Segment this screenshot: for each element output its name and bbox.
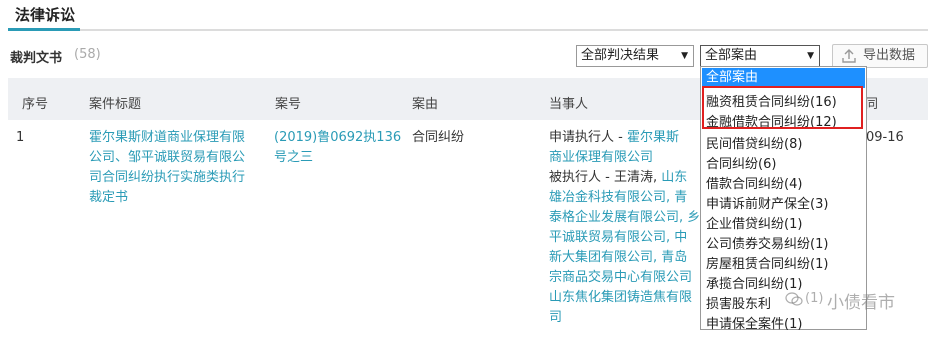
party-link[interactable]: 宗商品交易中心有限公司 [549,268,701,288]
dropdown-option[interactable]: 企业借贷纠纷(1) [706,213,802,232]
header-title: 案件标题 [89,97,142,112]
title-line: 裁定书 [89,190,129,205]
dropdown-option-selected[interactable]: 全部案由 [702,68,865,88]
watermark-text: 小债看市 [827,293,895,313]
dropdown-option[interactable]: 损害股东利 [706,293,771,312]
row-parties: 申请执行人 - 霍尔果斯 商业保理有限公司 被执行人 - 王清涛, 山东 雄冶金… [549,128,701,328]
row-cause: 合同纠纷 [412,130,465,145]
watermark-partial: (1) [805,291,824,306]
highlight-box [702,86,863,129]
title-line: 霍尔果斯财道商业保理有限 [89,130,246,145]
title-line: 公司、邹平诚联贸易有限公 [89,150,246,165]
party-link[interactable]: 平诚联贸易有限公司, 中 [549,228,701,248]
row-index: 1 [16,130,25,145]
dropdown-option[interactable]: 合同纠纷(6) [706,153,776,172]
dropdown-option[interactable]: 申请保全案件(1) [706,313,802,332]
chevron-down-icon: ▼ [807,51,814,61]
case-cause-value: 全部案由 [705,48,758,63]
party-link[interactable]: 山东焦化集团铸造焦有限 [549,288,701,308]
dropdown-option[interactable]: 公司债券交易纠纷(1) [706,233,828,252]
judgment-result-select[interactable]: 全部判决结果 ▼ [576,45,694,67]
docs-count: (58) [74,47,101,62]
case-no-line: 号之三 [274,150,314,165]
dropdown-option[interactable]: 房屋租赁合同纠纷(1) [706,253,828,272]
party-link[interactable]: 新大集团有限公司, 青岛 [549,248,701,268]
case-cause-select[interactable]: 全部案由 ▼ [700,45,820,67]
title-underline [8,29,928,31]
upload-icon [842,49,856,63]
dropdown-option[interactable]: 民间借贷纠纷(8) [706,133,802,152]
party-link[interactable]: 司 [549,308,701,328]
party-link[interactable]: 山东 [661,170,687,185]
header-parties: 当事人 [549,97,589,112]
party-label: 申请执行人 - [549,130,627,145]
party-label: 被执行人 - 王清涛, [549,170,662,185]
party-link[interactable]: 商业保理有限公司 [549,148,701,168]
judgment-result-value: 全部判决结果 [581,48,660,63]
party-link[interactable]: 泰格企业发展有限公司, 乡 [549,208,701,228]
dropdown-option[interactable]: 承揽合同纠纷(1) [706,273,802,292]
row-date: 09-16 [866,130,904,145]
title-underline-accent [8,28,80,31]
docs-label[interactable]: 裁判文书 [10,47,62,66]
row-title-link[interactable]: 霍尔果斯财道商业保理有限 公司、邹平诚联贸易有限公 司合同纠纷执行实施类执行 裁… [89,128,267,208]
title-line: 司合同纠纷执行实施类执行 [89,170,246,185]
party-link[interactable]: 雄冶金科技有限公司, 青 [549,188,701,208]
export-label: 导出数据 [863,48,916,63]
row-case-no-link[interactable]: (2019)鲁0692执136 号之三 [274,128,401,168]
dropdown-option[interactable]: 借款合同纠纷(4) [706,173,802,192]
dropdown-option[interactable]: 申请诉前财产保全(3) [706,193,828,212]
section-title: 法律诉讼 [15,6,76,24]
export-button[interactable]: 导出数据 [832,44,928,68]
case-no-line: (2019)鲁0692执136 [274,130,402,145]
header-index: 序号 [22,97,49,112]
header-cause: 案由 [412,97,439,112]
header-case-no: 案号 [275,97,302,112]
chevron-down-icon: ▼ [681,51,688,61]
party-link[interactable]: 霍尔果斯 [627,130,679,145]
wechat-icon [785,292,803,306]
